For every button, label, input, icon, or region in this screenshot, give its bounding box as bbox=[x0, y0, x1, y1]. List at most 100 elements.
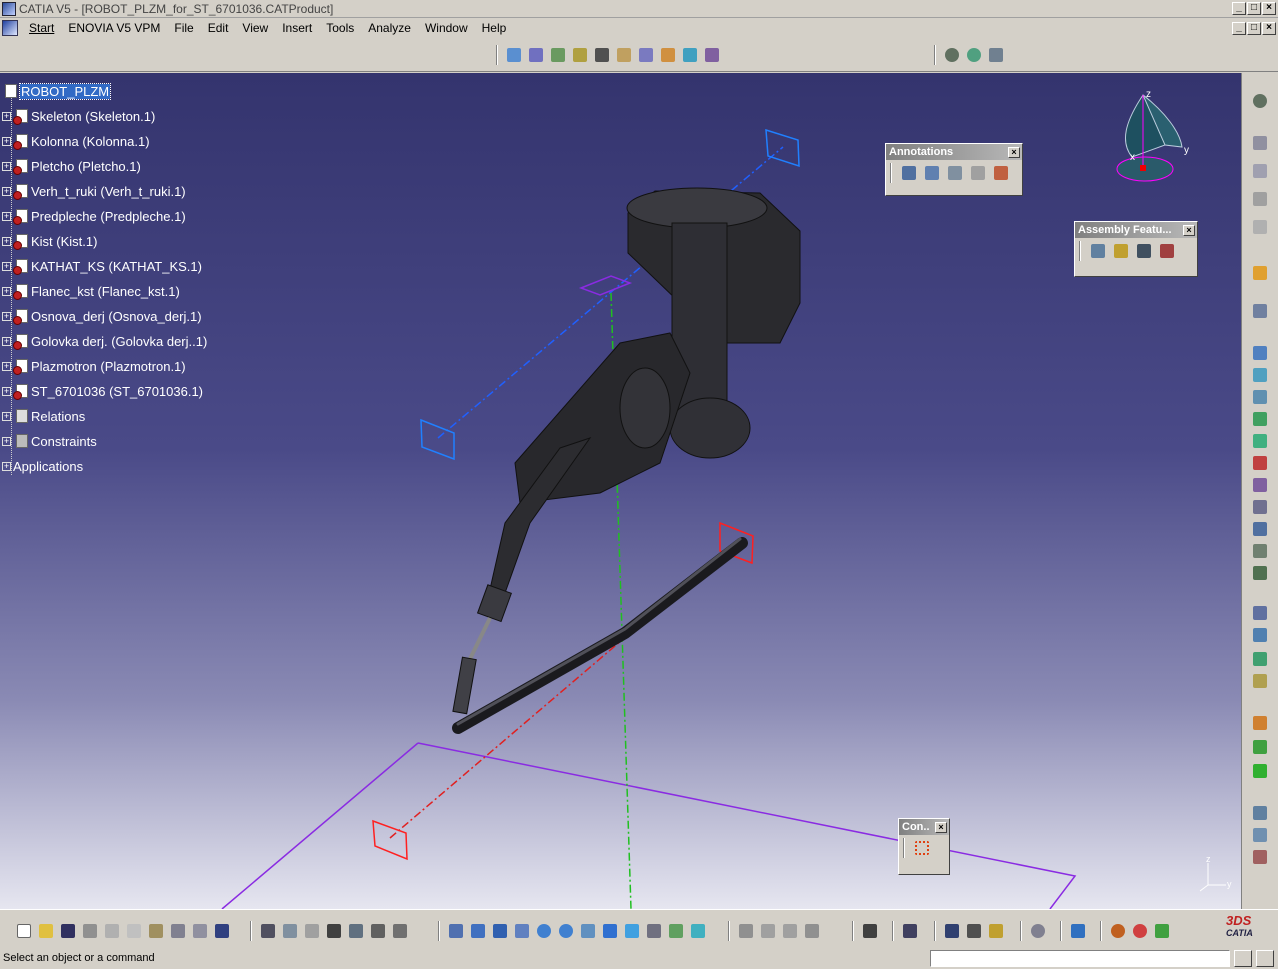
distance-icon[interactable] bbox=[1250, 847, 1270, 867]
bill-of-material-icon[interactable] bbox=[1250, 737, 1270, 757]
expand-icon[interactable]: + bbox=[2, 312, 11, 321]
menu-file[interactable]: File bbox=[167, 19, 200, 37]
teach-icon[interactable] bbox=[964, 921, 984, 941]
tree-node-kathat-ks[interactable]: + KATHAT_KS (KATHAT_KS.1) bbox=[2, 254, 207, 279]
snap-icon[interactable] bbox=[1250, 649, 1270, 669]
manipulation-icon[interactable] bbox=[504, 45, 524, 65]
palette-close-button[interactable]: × bbox=[1008, 146, 1020, 158]
expand-icon[interactable]: + bbox=[2, 162, 11, 171]
tree-node-label[interactable]: Kist (Kist.1) bbox=[31, 234, 97, 249]
formula-icon[interactable] bbox=[258, 921, 278, 941]
tree-node-skeleton[interactable]: + Skeleton (Skeleton.1) bbox=[2, 104, 207, 129]
change-constraint-icon[interactable] bbox=[1250, 519, 1270, 539]
compass-handle[interactable] bbox=[1140, 165, 1146, 171]
tree-node-label[interactable]: ST_6701036 (ST_6701036.1) bbox=[31, 384, 203, 399]
refresh-icon[interactable] bbox=[1028, 921, 1048, 941]
weld-annotation-icon[interactable] bbox=[899, 163, 919, 183]
scene-icon[interactable] bbox=[1250, 761, 1270, 781]
tree-node-label[interactable]: Skeleton (Skeleton.1) bbox=[31, 109, 155, 124]
tree-node-label[interactable]: Kolonna (Kolonna.1) bbox=[31, 134, 150, 149]
swap-icon[interactable] bbox=[758, 921, 778, 941]
tree-node-golovka-derj[interactable]: + Golovka derj. (Golovka derj..1) bbox=[2, 329, 207, 354]
select-children-icon[interactable] bbox=[780, 921, 800, 941]
tree-node-label[interactable]: Verh_t_ruki (Verh_t_ruki.1) bbox=[31, 184, 186, 199]
remove-icon[interactable] bbox=[1157, 241, 1177, 261]
pan-icon[interactable] bbox=[490, 921, 510, 941]
select-parent-icon[interactable] bbox=[802, 921, 822, 941]
expand-icon[interactable]: + bbox=[2, 212, 11, 221]
menu-enovia[interactable]: ENOVIA V5 VPM bbox=[61, 19, 167, 37]
tree-node-label[interactable]: Predpleche (Predpleche.1) bbox=[31, 209, 186, 224]
tree-node-flanec-kst[interactable]: + Flanec_kst (Flanec_kst.1) bbox=[2, 279, 207, 304]
command-input[interactable] bbox=[930, 949, 1230, 967]
3d-viewport[interactable]: ROBOT_PLZM + Skeleton (Skeleton.1) + Kol… bbox=[0, 73, 1241, 909]
tool-icon[interactable] bbox=[986, 921, 1006, 941]
tree-node-label[interactable]: Plazmotron (Plazmotron.1) bbox=[31, 359, 186, 374]
fix-component-icon[interactable] bbox=[1250, 431, 1270, 451]
clash-icon[interactable] bbox=[1250, 803, 1270, 823]
new-component-icon[interactable] bbox=[1250, 161, 1270, 181]
palette-header[interactable]: Annotations × bbox=[886, 144, 1022, 160]
generate-numbering-icon[interactable] bbox=[1250, 713, 1270, 733]
angle-constraint-icon[interactable] bbox=[1250, 409, 1270, 429]
fly-mode-icon[interactable] bbox=[446, 921, 466, 941]
catalog-icon[interactable] bbox=[702, 45, 722, 65]
camera-icon[interactable] bbox=[860, 921, 880, 941]
robot-icon[interactable] bbox=[986, 45, 1006, 65]
fix-icon[interactable] bbox=[1250, 301, 1270, 321]
flexible-subassembly-icon[interactable] bbox=[1250, 497, 1270, 517]
command-list-button[interactable] bbox=[1234, 949, 1252, 967]
expand-icon[interactable]: + bbox=[2, 262, 11, 271]
flag-note-icon[interactable] bbox=[945, 163, 965, 183]
expand-icon[interactable]: + bbox=[2, 387, 11, 396]
tree-node-label[interactable]: Applications bbox=[13, 459, 83, 474]
maximize-button[interactable]: □ bbox=[1247, 2, 1261, 15]
tree-node-osnova-derj[interactable]: + Osnova_derj (Osnova_derj.1) bbox=[2, 304, 207, 329]
tree-node-kolonna[interactable]: + Kolonna (Kolonna.1) bbox=[2, 129, 207, 154]
new-file-icon[interactable] bbox=[14, 921, 34, 941]
tree-node-label[interactable]: Osnova_derj (Osnova_derj.1) bbox=[31, 309, 202, 324]
product-management-icon[interactable] bbox=[1250, 133, 1270, 153]
menu-tools[interactable]: Tools bbox=[319, 19, 361, 37]
comment-icon[interactable] bbox=[280, 921, 300, 941]
compass[interactable]: z y x bbox=[1110, 87, 1200, 187]
view-icon[interactable] bbox=[968, 163, 988, 183]
palette-close-button[interactable]: × bbox=[935, 821, 947, 833]
jog-icon[interactable] bbox=[942, 921, 962, 941]
expand-icon[interactable]: + bbox=[2, 237, 11, 246]
sectioning-icon[interactable] bbox=[1250, 825, 1270, 845]
tree-node-applications[interactable]: + Applications bbox=[2, 454, 207, 479]
law-icon[interactable] bbox=[346, 921, 366, 941]
analysis-icon[interactable] bbox=[636, 45, 656, 65]
offset-constraint-icon[interactable] bbox=[1250, 387, 1270, 407]
insert-component-icon[interactable] bbox=[526, 45, 546, 65]
menu-view[interactable]: View bbox=[235, 19, 275, 37]
hole-icon[interactable] bbox=[1111, 241, 1131, 261]
select-arrow-icon[interactable] bbox=[1250, 263, 1270, 283]
gear-icon[interactable] bbox=[942, 45, 962, 65]
expand-icon[interactable]: + bbox=[2, 462, 11, 471]
tree-node-label[interactable]: KATHAT_KS (KATHAT_KS.1) bbox=[31, 259, 202, 274]
lock-icon[interactable] bbox=[368, 921, 388, 941]
constraint-grid-icon[interactable] bbox=[912, 838, 932, 858]
zoom-in-icon[interactable] bbox=[534, 921, 554, 941]
tree-node-label[interactable]: Relations bbox=[31, 409, 85, 424]
power-input-button[interactable] bbox=[1256, 949, 1274, 967]
close-button[interactable]: × bbox=[1262, 2, 1276, 15]
smart-move-icon[interactable] bbox=[1250, 671, 1270, 691]
expand-icon[interactable]: + bbox=[2, 437, 11, 446]
help-icon[interactable] bbox=[212, 921, 232, 941]
quick-constraint-icon[interactable] bbox=[1250, 475, 1270, 495]
tree-node-label[interactable]: Flanec_kst (Flanec_kst.1) bbox=[31, 284, 180, 299]
palette-header[interactable]: Assembly Featu... × bbox=[1075, 222, 1197, 238]
cut-icon[interactable] bbox=[102, 921, 122, 941]
tree-root-label[interactable]: ROBOT_PLZM bbox=[18, 83, 112, 100]
insert-product-icon[interactable] bbox=[548, 45, 568, 65]
palette-header[interactable]: Con.. × bbox=[899, 819, 949, 835]
insert-part-icon[interactable] bbox=[570, 45, 590, 65]
tree-node-kist[interactable]: + Kist (Kist.1) bbox=[2, 229, 207, 254]
anchor-icon[interactable] bbox=[592, 45, 612, 65]
palette-close-button[interactable]: × bbox=[1183, 224, 1195, 236]
assembly-features-palette[interactable]: Assembly Featu... × bbox=[1074, 221, 1198, 277]
catalog-browser-icon[interactable] bbox=[1152, 921, 1172, 941]
